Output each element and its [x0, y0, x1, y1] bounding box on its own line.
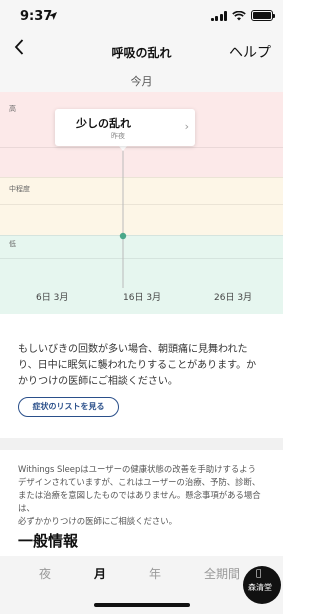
- tab-all-time[interactable]: 全期間: [204, 565, 240, 582]
- navigation-bar: 呼吸の乱れ ヘルプ: [0, 34, 283, 70]
- chevron-right-icon: ›: [184, 120, 189, 133]
- watermark-text: 森清堂: [248, 583, 272, 592]
- battery-icon: [251, 10, 275, 21]
- apple-logo-icon: : [256, 569, 261, 579]
- tab-night[interactable]: 夜: [39, 565, 51, 582]
- tab-year[interactable]: 年: [149, 565, 161, 582]
- selected-night-tooltip[interactable]: 少しの乱れ 昨夜 ›: [55, 109, 195, 146]
- home-indicator: [94, 603, 190, 607]
- section-title: 一般情報: [18, 532, 79, 550]
- disclaimer-line: 必ずかかりつけの医師にご相談ください。: [18, 516, 178, 526]
- location-arrow-icon: [49, 12, 57, 20]
- status-bar: 9:37: [0, 0, 283, 34]
- disclaimer-line: Withings Sleepはユーザーの健康状態の改善を手助けするよう: [18, 464, 256, 474]
- tooltip-title: 少しの乱れ: [76, 117, 131, 130]
- symptoms-list-button[interactable]: 症状のリストを見る: [18, 397, 119, 417]
- disclaimer-line: または治療を意図したものではありません。懸念事項がある場合は、: [18, 490, 261, 513]
- wifi-icon: [232, 10, 246, 20]
- info-text: もしいびきの回数が多い場合、朝頭痛に見舞われた り、日中に眠気に襲われたりするこ…: [18, 342, 270, 390]
- period-header: 今月: [0, 70, 283, 92]
- info-line: もしいびきの回数が多い場合、朝頭痛に見舞われた: [18, 344, 248, 355]
- disclaimer-text: Withings Sleepはユーザーの健康状態の改善を手助けするよう デザイン…: [18, 463, 274, 528]
- tab-month[interactable]: 月: [94, 565, 106, 582]
- section-divider: [0, 438, 283, 450]
- status-time: 9:37: [20, 9, 53, 24]
- watermark-logo:  森清堂: [243, 566, 281, 604]
- signal-bars-icon: [210, 10, 227, 21]
- disclaimer-line: デザインされていますが、これはユーザーの治療、予防、診断、: [18, 477, 261, 487]
- tooltip-subtitle: 昨夜: [111, 132, 125, 140]
- period-label: 今月: [130, 75, 153, 88]
- help-button[interactable]: ヘルプ: [229, 42, 271, 62]
- info-line: かりつけの医師にご相談ください。: [18, 376, 178, 387]
- breathing-chart[interactable]: 高 中程度 低 6日 3月 16日 3月 26日 3月 少しの乱れ 昨夜 ›: [0, 92, 283, 314]
- info-line: り、日中に眠気に襲われたりすることがあります。か: [18, 360, 257, 371]
- data-point[interactable]: [119, 232, 127, 240]
- tooltip-pointer: [119, 146, 127, 151]
- status-icons: [210, 10, 275, 21]
